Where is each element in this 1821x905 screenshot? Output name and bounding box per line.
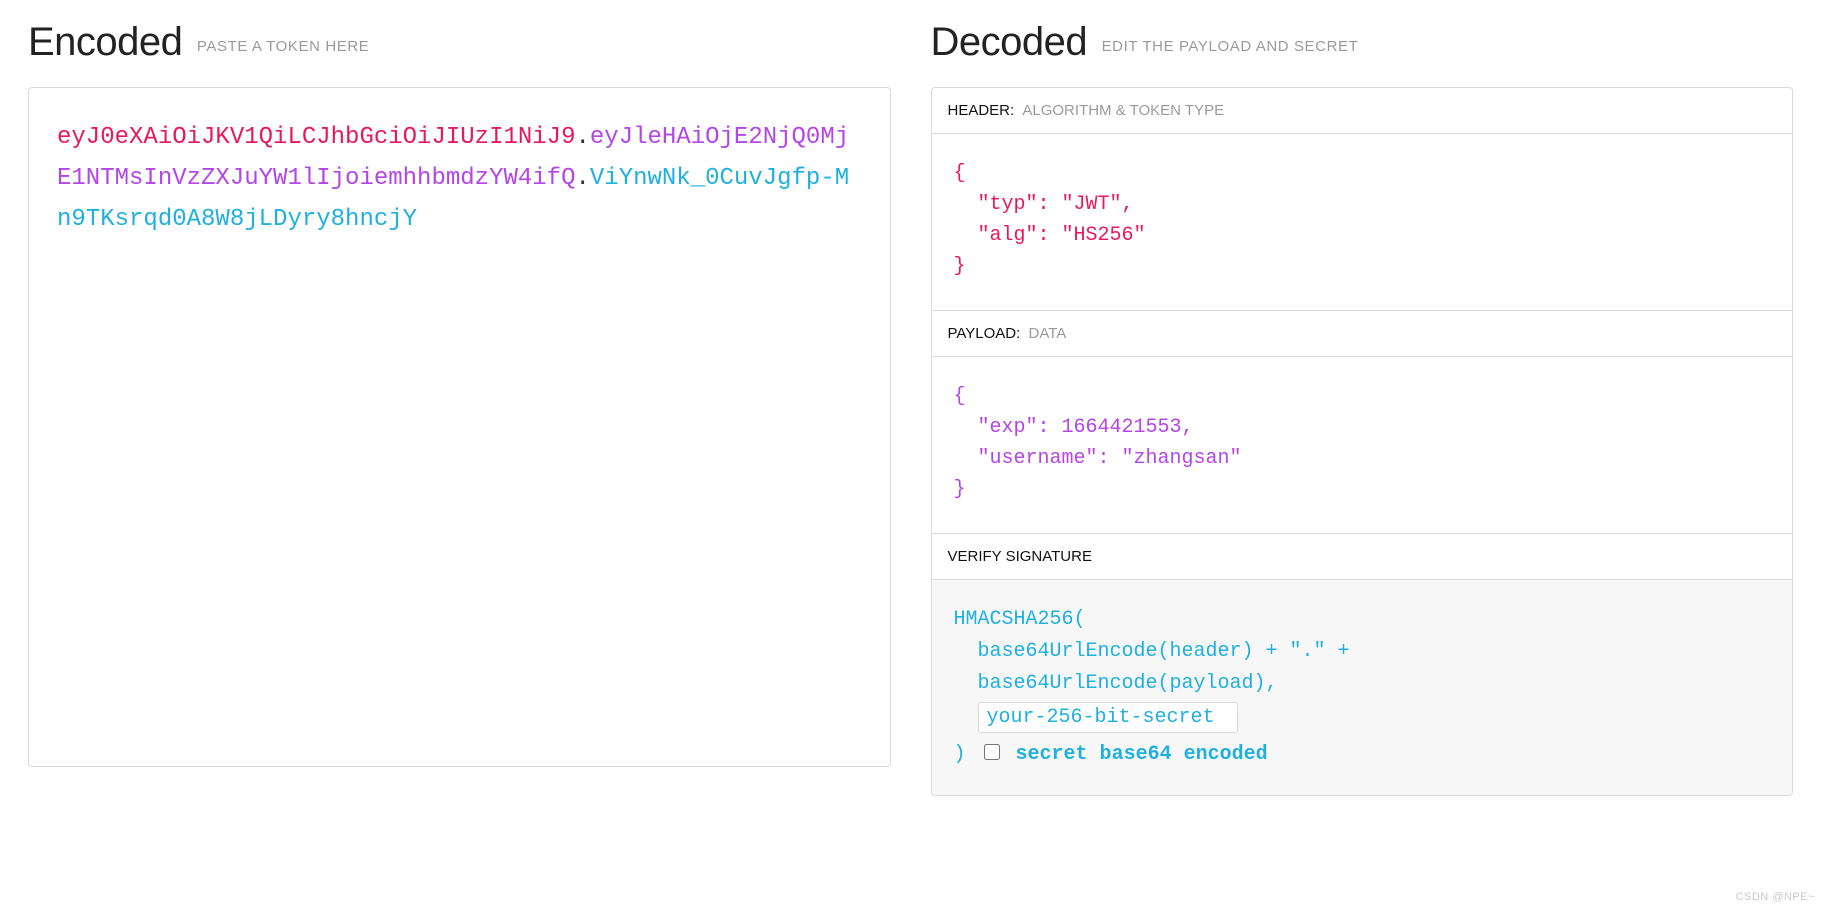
signature-line1: HMACSHA256( <box>954 604 1771 636</box>
payload-json-editor[interactable]: { "exp": 1664421553, "username": "zhangs… <box>932 357 1793 534</box>
header-section-title: HEADER: ALGORITHM & TOKEN TYPE <box>932 88 1793 134</box>
encoded-column: Encoded PASTE A TOKEN HERE eyJ0eXAiOiJKV… <box>28 20 891 796</box>
header-section-sublabel: ALGORITHM & TOKEN TYPE <box>1022 102 1224 119</box>
header-section-label: HEADER: <box>948 102 1015 119</box>
decoded-subtitle: EDIT THE PAYLOAD AND SECRET <box>1102 38 1359 55</box>
token-header-segment: eyJ0eXAiOiJKV1QiLCJhbGciOiJIUzI1NiJ9 <box>57 124 575 151</box>
header-json-editor[interactable]: { "typ": "JWT", "alg": "HS256" } <box>932 134 1793 311</box>
decoded-panels: HEADER: ALGORITHM & TOKEN TYPE { "typ": … <box>931 87 1794 796</box>
token-dot: . <box>575 165 589 192</box>
signature-line2: base64UrlEncode(header) + "." + <box>978 640 1350 663</box>
payload-section-sublabel: DATA <box>1028 325 1066 342</box>
secret-base64-label: secret base64 encoded <box>1016 743 1268 766</box>
secret-input[interactable] <box>978 702 1238 733</box>
decoded-column: Decoded EDIT THE PAYLOAD AND SECRET HEAD… <box>931 20 1794 796</box>
jwt-debugger: Encoded PASTE A TOKEN HERE eyJ0eXAiOiJKV… <box>28 20 1793 796</box>
payload-section-label: PAYLOAD: <box>948 325 1021 342</box>
token-dot: . <box>575 124 589 151</box>
decoded-title-row: Decoded EDIT THE PAYLOAD AND SECRET <box>931 20 1794 65</box>
encoded-token-input[interactable]: eyJ0eXAiOiJKV1QiLCJhbGciOiJIUzI1NiJ9.eyJ… <box>28 87 891 767</box>
signature-line3: base64UrlEncode(payload), <box>978 672 1278 695</box>
secret-base64-checkbox[interactable] <box>984 744 1000 760</box>
signature-section-title: VERIFY SIGNATURE <box>932 534 1793 580</box>
signature-closing-paren: ) <box>954 743 966 766</box>
encoded-title: Encoded <box>28 20 182 64</box>
signature-body: HMACSHA256( base64UrlEncode(header) + ".… <box>932 580 1793 795</box>
signature-section-label: VERIFY SIGNATURE <box>948 548 1092 565</box>
payload-json-content: { "exp": 1664421553, "username": "zhangs… <box>954 381 1771 505</box>
header-json-content: { "typ": "JWT", "alg": "HS256" } <box>954 158 1771 282</box>
encoded-title-row: Encoded PASTE A TOKEN HERE <box>28 20 891 65</box>
decoded-title: Decoded <box>931 20 1088 64</box>
payload-section-title: PAYLOAD: DATA <box>932 311 1793 357</box>
watermark: CSDN @NPE~ <box>1736 891 1815 903</box>
encoded-subtitle: PASTE A TOKEN HERE <box>197 38 370 55</box>
